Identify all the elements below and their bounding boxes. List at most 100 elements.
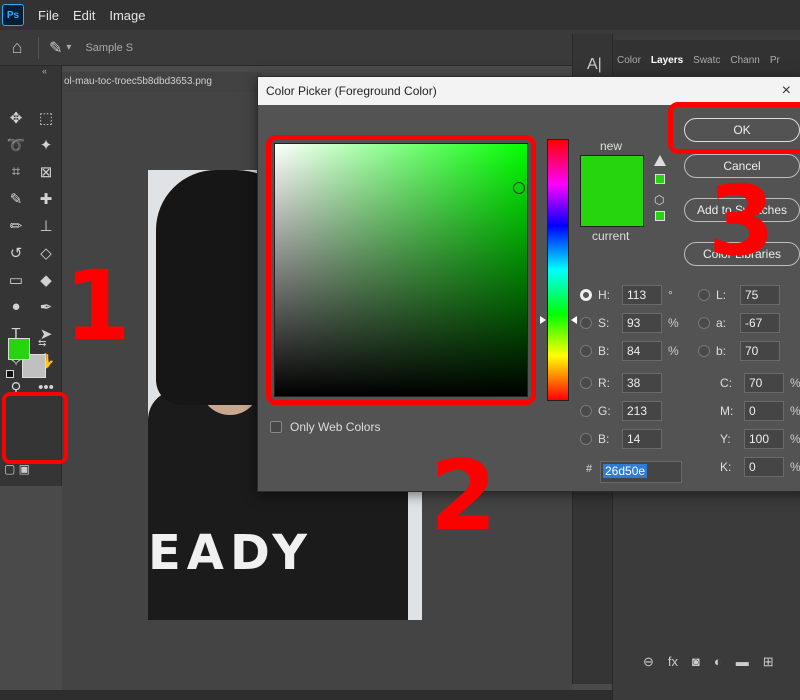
default-colors-icon[interactable] — [6, 370, 14, 378]
layers-footer: ⊖ fx ◙ ◐ ▬ ⊞ — [643, 654, 774, 670]
new-color-swatch — [580, 155, 644, 191]
menu-edit[interactable]: Edit — [73, 8, 95, 23]
stamp-icon[interactable]: ⊥ — [32, 212, 60, 239]
chevron-down-icon[interactable]: ▾ — [66, 42, 71, 53]
yellow-label: Y: — [720, 432, 731, 446]
hue-slider[interactable] — [547, 139, 569, 401]
blue-field[interactable]: 14 — [622, 429, 662, 449]
hue-unit: ° — [668, 288, 673, 302]
character-panel-icon[interactable]: A| — [587, 56, 602, 74]
foreground-color-swatch[interactable] — [8, 338, 30, 360]
blue-radio[interactable] — [580, 433, 592, 445]
green-radio[interactable] — [580, 405, 592, 417]
home-icon[interactable]: ⌂ — [6, 37, 28, 59]
lab-b-field[interactable]: 70 — [740, 341, 780, 361]
mask-icon[interactable]: ◙ — [692, 654, 700, 670]
tab-channels[interactable]: Chann — [730, 55, 759, 66]
pen-icon[interactable]: ✒ — [32, 293, 60, 320]
folder-icon[interactable]: ▬ — [736, 654, 749, 670]
swap-colors-icon[interactable]: ⇆ — [38, 338, 46, 349]
magic-wand-icon[interactable]: ✦ — [32, 131, 60, 158]
panel-collapse-icon[interactable]: « — [0, 66, 61, 76]
frame-icon[interactable]: ⊠ — [32, 158, 60, 185]
web-safe-color-swatch[interactable] — [655, 211, 665, 221]
tab-color[interactable]: Color — [617, 55, 641, 66]
tab-swatches[interactable]: Swatc — [693, 55, 720, 66]
lab-b-radio[interactable] — [698, 345, 710, 357]
only-web-colors-checkbox[interactable] — [270, 421, 282, 433]
highlight-box-color-field — [266, 135, 536, 405]
cyan-field[interactable]: 70 — [744, 373, 784, 393]
menu-image[interactable]: Image — [109, 8, 145, 23]
brush-icon[interactable]: ✏ — [2, 212, 30, 239]
current-color-swatch[interactable] — [580, 191, 644, 227]
blue-row: B: 14 — [580, 429, 662, 449]
fx-icon[interactable]: fx — [668, 654, 678, 670]
sample-size-label[interactable]: Sample S — [85, 42, 133, 54]
black-label: K: — [720, 460, 732, 474]
menu-file[interactable]: File — [38, 8, 59, 23]
dodge-icon[interactable]: ● — [2, 293, 30, 320]
quick-mask-icon[interactable]: ▢ ▣ — [4, 462, 30, 476]
status-bar — [0, 690, 612, 700]
magenta-field[interactable]: 0 — [744, 401, 784, 421]
black-field[interactable]: 0 — [744, 457, 784, 477]
yellow-field[interactable]: 100 — [744, 429, 784, 449]
lightness-row: L: 75 — [698, 285, 780, 305]
only-web-colors-label: Only Web Colors — [290, 420, 381, 434]
adjustment-icon[interactable]: ◐ — [714, 654, 722, 670]
saturation-radio[interactable] — [580, 317, 592, 329]
green-field[interactable]: 213 — [622, 401, 662, 421]
gradient-icon[interactable]: ▭ — [2, 266, 30, 293]
hue-slider-arrow-right-icon[interactable] — [571, 315, 577, 324]
photoshop-logo: Ps — [2, 4, 24, 26]
color-picker-dialog: Color Picker (Foreground Color) × new cu… — [257, 76, 800, 492]
brightness-row: B: 84 % — [580, 341, 679, 361]
blur-icon[interactable]: ◆ — [32, 266, 60, 293]
web-safe-cube-icon[interactable]: ⬡ — [654, 193, 664, 207]
cyan-unit: % — [790, 376, 800, 390]
gamut-color-swatch[interactable] — [655, 174, 665, 184]
lightness-field[interactable]: 75 — [740, 285, 780, 305]
red-label: R: — [598, 376, 610, 390]
black-unit: % — [790, 460, 800, 474]
document-tab[interactable]: ol-mau-toc-troec5b8dbd3653.png — [62, 72, 262, 92]
eyedropper-preset-icon[interactable]: ✎ — [49, 38, 62, 58]
yellow-unit: % — [790, 432, 800, 446]
brightness-radio[interactable] — [580, 345, 592, 357]
menu-bar: Ps File Edit Image — [0, 0, 800, 30]
hue-radio[interactable] — [580, 289, 592, 301]
history-brush-icon[interactable]: ↺ — [2, 239, 30, 266]
crop-icon[interactable]: ⌗ — [2, 158, 30, 185]
tab-properties[interactable]: Pr — [770, 55, 780, 66]
lightness-label: L: — [716, 288, 727, 302]
hue-label: H: — [598, 288, 610, 302]
hue-field[interactable]: 113 — [622, 285, 662, 305]
marquee-icon[interactable]: ⬚ — [32, 104, 60, 131]
out-of-gamut-warning-icon[interactable] — [654, 155, 666, 166]
red-row: R: 38 — [580, 373, 662, 393]
new-layer-icon[interactable]: ⊞ — [763, 654, 774, 670]
shirt-print-text: EADY — [148, 525, 314, 581]
brightness-field[interactable]: 84 — [622, 341, 662, 361]
healing-icon[interactable]: ✚ — [32, 185, 60, 212]
move-icon[interactable]: ✥ — [2, 104, 30, 131]
link-icon[interactable]: ⊖ — [643, 654, 654, 670]
only-web-colors-option[interactable]: Only Web Colors — [270, 420, 380, 434]
tab-layers[interactable]: Layers — [651, 55, 683, 66]
hex-field[interactable]: 26d50e — [600, 461, 682, 483]
brightness-unit: % — [668, 344, 679, 358]
eyedropper-icon[interactable]: ✎ — [2, 185, 30, 212]
lab-a-field[interactable]: -67 — [740, 313, 780, 333]
saturation-field[interactable]: 93 — [622, 313, 662, 333]
yellow-row: Y: 100 % — [720, 429, 800, 449]
lab-a-radio[interactable] — [698, 317, 710, 329]
eraser-icon[interactable]: ◇ — [32, 239, 60, 266]
lightness-radio[interactable] — [698, 289, 710, 301]
black-row: K: 0 % — [720, 457, 800, 477]
red-field[interactable]: 38 — [622, 373, 662, 393]
hue-slider-arrow-left-icon[interactable] — [540, 315, 546, 324]
red-radio[interactable] — [580, 377, 592, 389]
close-icon[interactable]: × — [782, 77, 791, 105]
lasso-icon[interactable]: ➰ — [2, 131, 30, 158]
